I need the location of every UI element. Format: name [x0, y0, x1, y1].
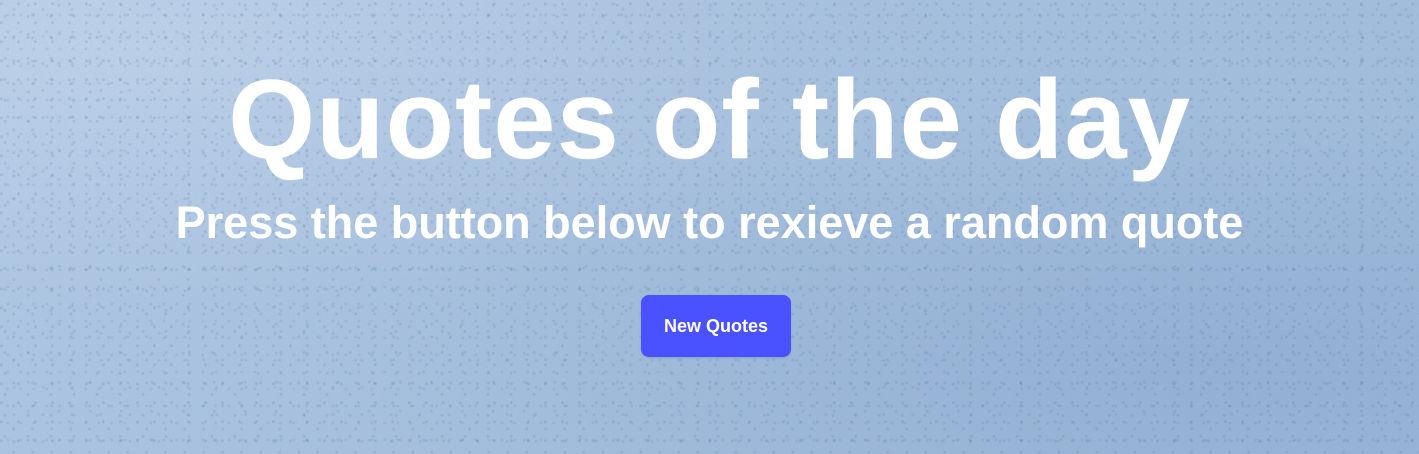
page-title: Quotes of the day: [228, 57, 1191, 182]
page-subtitle: Press the button below to rexieve a rand…: [175, 197, 1244, 248]
new-quotes-button[interactable]: New Quotes: [641, 295, 791, 357]
hero-section: Quotes of the day Press the button below…: [0, 0, 1419, 454]
